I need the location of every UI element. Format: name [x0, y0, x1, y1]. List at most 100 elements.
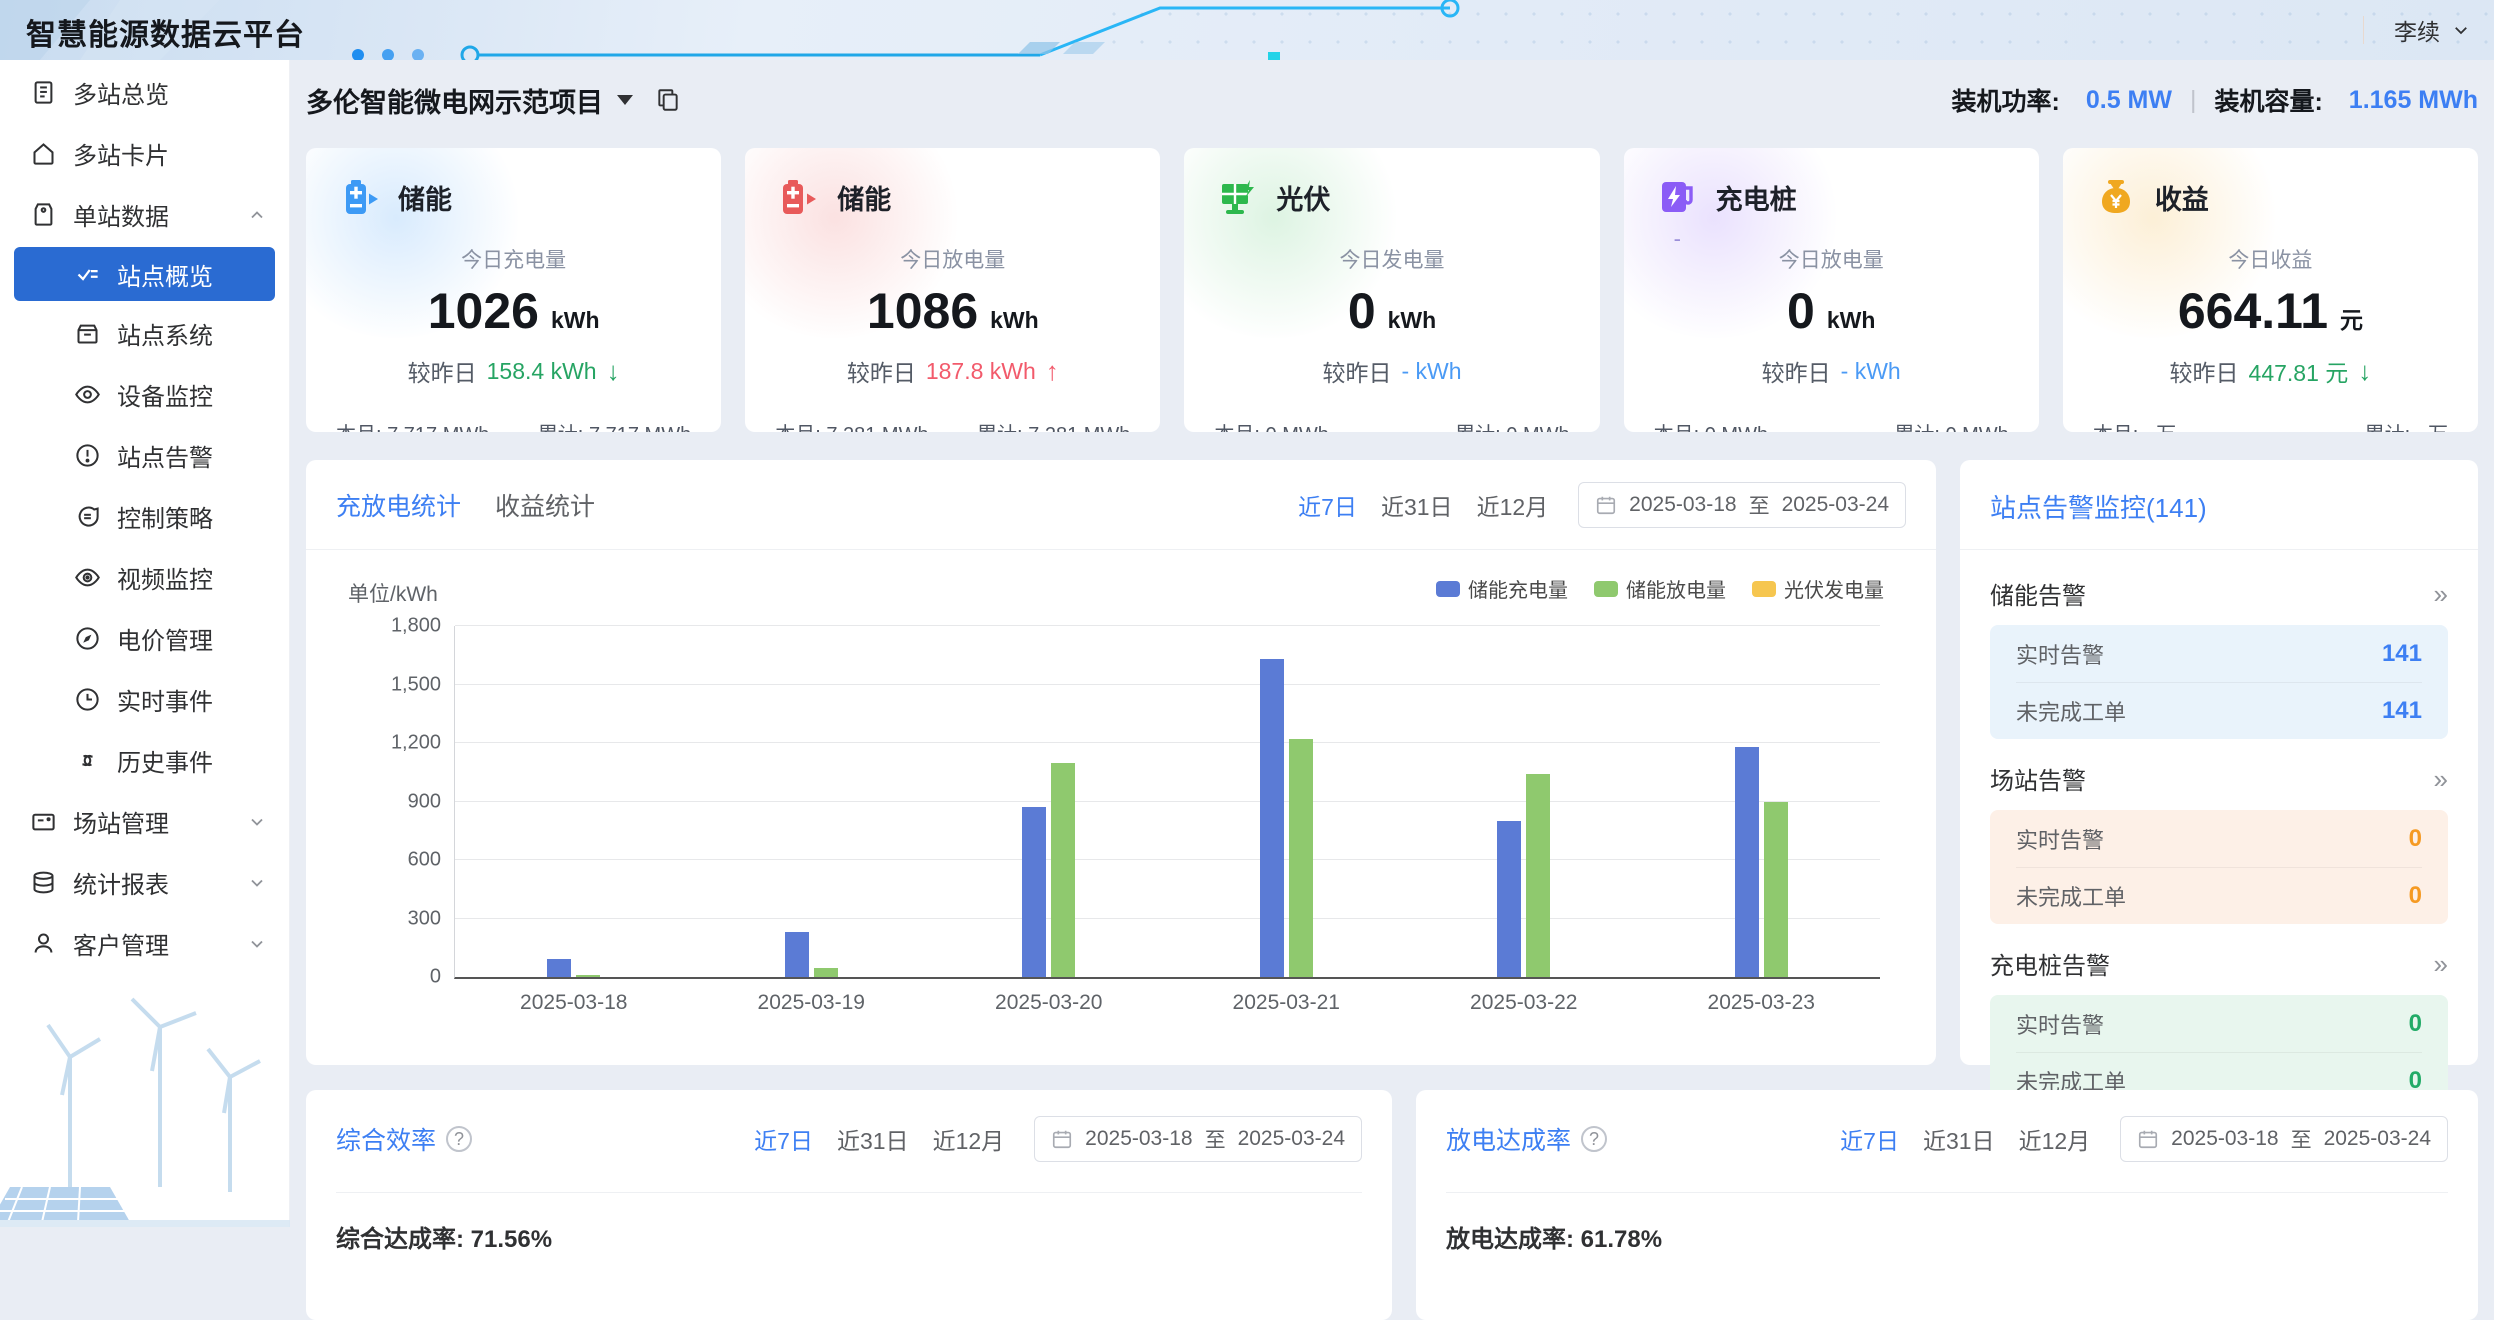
legend-label: 光伏发电量: [1784, 574, 1884, 603]
month-label: 本月:: [775, 424, 821, 432]
sidebar-item-site-overview[interactable]: 站点概览: [14, 247, 275, 301]
month-value: 7.281 MWh: [826, 424, 928, 432]
help-icon[interactable]: ?: [446, 1126, 472, 1152]
compare-label: 较昨日: [1762, 354, 1831, 388]
month-label: 本月:: [1654, 424, 1700, 432]
x-axis-labels: 2025-03-182025-03-192025-03-202025-03-21…: [455, 991, 1880, 1015]
sidebar-item-history-events[interactable]: 历史事件: [0, 732, 289, 789]
sidebar-item-multi-station-cards[interactable]: 多站卡片: [0, 125, 289, 182]
sidebar-group-label: 统计报表: [73, 865, 247, 900]
sidebar-item-label: 电价管理: [117, 621, 267, 656]
x-axis-tick-label: 2025-03-22: [1405, 991, 1643, 1015]
x-axis-tick-label: 2025-03-21: [1168, 991, 1406, 1015]
bar-储能放电量: [576, 975, 600, 977]
project-topbar: 多伦智能微电网示范项目 装机功率:0.5 MW | 装机容量:1.165 MWh: [306, 60, 2478, 140]
date-range-picker[interactable]: 2025-03-18 至 2025-03-24: [2120, 1116, 2448, 1162]
installed-capacity-label: 装机容量:: [2214, 82, 2322, 118]
alarm-row-label: 未完成工单: [2016, 880, 2126, 912]
range-12m[interactable]: 近12月: [1477, 488, 1549, 522]
range-31d[interactable]: 近31日: [1381, 488, 1453, 522]
site-alarm-panel: 站点告警监控(141) 储能告警 » 实时告警 141 未完成工单 141: [1960, 460, 2478, 1065]
sidebar-item-video-monitoring[interactable]: 视频监控: [0, 549, 289, 606]
bar-储能充电量: [1022, 807, 1046, 977]
copy-icon[interactable]: [655, 87, 681, 113]
sidebar-group-single-station-data[interactable]: 单站数据: [0, 186, 289, 243]
sidebar-item-label: 历史事件: [117, 743, 267, 778]
date-range-picker[interactable]: 2025-03-18 至 2025-03-24: [1034, 1116, 1362, 1162]
charging-pile-icon: [1654, 174, 1700, 220]
alarm-row-value: 0: [2409, 1010, 2422, 1038]
tab-charge-discharge-stats[interactable]: 充放电统计: [336, 487, 461, 523]
range-31d[interactable]: 近31日: [837, 1122, 909, 1156]
sidebar-item-multi-station-overview[interactable]: 多站总览: [0, 64, 289, 121]
date-to: 2025-03-24: [2324, 1127, 2431, 1151]
legend-item-光伏发电量[interactable]: 光伏发电量: [1752, 574, 1884, 603]
alert-circle-icon: [74, 442, 101, 469]
legend-item-储能充电量[interactable]: 储能充电量: [1436, 574, 1568, 603]
date-from: 2025-03-18: [1085, 1127, 1192, 1151]
sidebar-item-site-system[interactable]: 站点系统: [0, 305, 289, 362]
user-menu[interactable]: 李续: [2363, 0, 2470, 60]
compare-label: 较昨日: [2170, 354, 2239, 388]
month-total: 本月: 0 MWh: [1654, 418, 1768, 432]
bar-储能充电量: [785, 932, 809, 977]
month-total: 本月: - 万: [2093, 418, 2176, 432]
installed-stats: 装机功率:0.5 MW | 装机容量:1.165 MWh: [1952, 82, 2478, 118]
alarm-row-value: 141: [2382, 640, 2422, 668]
bar-储能放电量: [1051, 763, 1075, 978]
sidebar-item-price-management[interactable]: 电价管理: [0, 610, 289, 667]
metric-label: 今日收益: [2093, 244, 2448, 274]
date-from: 2025-03-18: [2171, 1127, 2278, 1151]
double-chevron-right-icon[interactable]: »: [2434, 581, 2448, 607]
total-value: 7.717 MWh: [589, 424, 691, 432]
month-value: 7.717 MWh: [387, 424, 489, 432]
double-chevron-right-icon[interactable]: »: [2434, 951, 2448, 977]
date-range-picker[interactable]: 2025-03-18 至 2025-03-24: [1578, 482, 1906, 528]
tab-revenue-stats[interactable]: 收益统计: [495, 487, 595, 523]
metric-value: 664.11: [2178, 283, 2328, 339]
bar-group: [930, 626, 1168, 977]
header-divider: [2363, 16, 2364, 44]
range-7d[interactable]: 近7日: [1840, 1122, 1899, 1156]
bar-groups: [455, 626, 1880, 977]
installed-power-value: 0.5 MW: [2086, 86, 2172, 115]
sidebar-item-realtime-events[interactable]: 实时事件: [0, 671, 289, 728]
compare-value: 187.8 kWh: [926, 358, 1036, 385]
total-label: 累计:: [1894, 424, 1940, 432]
sidebar-item-control-strategy[interactable]: 控制策略: [0, 488, 289, 545]
sidebar-group-station-management[interactable]: 场站管理: [0, 793, 289, 850]
station-alarm-section: 场站告警 » 实时告警 0 未完成工单 0: [1990, 761, 2448, 924]
sidebar-item-site-alarms[interactable]: 站点告警: [0, 427, 289, 484]
legend-item-储能放电量[interactable]: 储能放电量: [1594, 574, 1726, 603]
range-7d[interactable]: 近7日: [1298, 488, 1357, 522]
x-axis-tick-label: 2025-03-20: [930, 991, 1168, 1015]
sidebar-item-label: 设备监控: [117, 377, 267, 412]
double-chevron-right-icon[interactable]: »: [2434, 766, 2448, 792]
metric-unit: kWh: [1388, 307, 1437, 333]
help-icon[interactable]: ?: [1581, 1126, 1607, 1152]
sidebar-group-statistics-reports[interactable]: 统计报表: [0, 854, 289, 911]
range-7d[interactable]: 近7日: [754, 1122, 813, 1156]
metric-value: 0: [1348, 283, 1376, 339]
date-from: 2025-03-18: [1629, 493, 1736, 517]
legend-swatch: [1752, 581, 1776, 597]
sidebar-group-customer-management[interactable]: 客户管理: [0, 915, 289, 972]
alarm-row-value: 141: [2382, 697, 2422, 725]
installed-power-label: 装机功率:: [1952, 82, 2060, 118]
compare-value: - kWh: [1841, 358, 1901, 385]
range-31d[interactable]: 近31日: [1923, 1122, 1995, 1156]
alarm-row-label: 实时告警: [2016, 823, 2104, 855]
month-label: 本月:: [2093, 424, 2139, 432]
sidebar-item-device-monitoring[interactable]: 设备监控: [0, 366, 289, 423]
range-12m[interactable]: 近12月: [933, 1122, 1005, 1156]
app-title: 智慧能源数据云平台: [26, 10, 305, 54]
metric-unit: kWh: [1827, 307, 1876, 333]
range-12m[interactable]: 近12月: [2019, 1122, 2091, 1156]
battery-charge-icon: [336, 174, 382, 220]
x-axis-tick-label: 2025-03-23: [1643, 991, 1881, 1015]
month-total: 本月: 0 MWh: [1214, 418, 1328, 432]
panel-filters: 近7日 近31日 近12月 2025-03-18 至 2025-03-24: [1840, 1116, 2448, 1162]
project-selector[interactable]: 多伦智能微电网示范项目: [306, 81, 681, 120]
clock-icon: [74, 686, 101, 713]
sidebar: 多站总览 多站卡片 单站数据 站点概览 站点系统 设备监控: [0, 60, 290, 1227]
